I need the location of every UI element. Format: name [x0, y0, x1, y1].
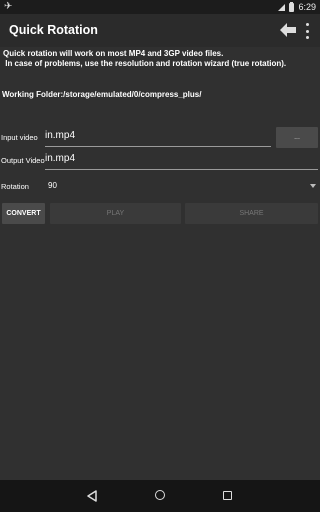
status-icons: 6:29: [278, 0, 316, 14]
input-video-label: Input video: [1, 133, 38, 142]
back-arrow-icon[interactable]: [280, 23, 296, 37]
info-text: Quick rotation will work on most MP4 and…: [3, 49, 287, 68]
nav-back-icon[interactable]: [86, 490, 98, 502]
rotation-value: 90: [48, 181, 57, 190]
working-folder-label: Working Folder:/storage/emulated/0/compr…: [2, 90, 202, 99]
convert-button[interactable]: CONVERT: [2, 203, 45, 224]
output-video-field[interactable]: [45, 150, 318, 170]
chevron-down-icon: [310, 184, 316, 188]
battery-icon: [289, 1, 295, 12]
status-bar: ✈ 6:29: [0, 0, 320, 14]
share-button[interactable]: SHARE: [185, 203, 318, 224]
play-button[interactable]: PLAY: [50, 203, 181, 224]
nav-recents-icon[interactable]: [223, 491, 232, 500]
browse-input-button[interactable]: ...: [276, 127, 318, 148]
app-title: Quick Rotation: [9, 23, 98, 37]
rotation-label: Rotation: [1, 182, 29, 191]
airplane-mode-icon: ✈: [4, 1, 13, 12]
navigation-bar: [0, 480, 320, 512]
output-video-label: Output Video: [1, 156, 45, 165]
signal-icon: [278, 3, 286, 11]
input-video-field[interactable]: [45, 127, 271, 147]
rotation-select[interactable]: 90: [44, 178, 319, 194]
nav-home-icon[interactable]: [155, 490, 165, 500]
action-bar: Quick Rotation: [0, 14, 320, 47]
status-time: 6:29: [298, 2, 316, 12]
overflow-menu-icon[interactable]: [303, 23, 311, 39]
